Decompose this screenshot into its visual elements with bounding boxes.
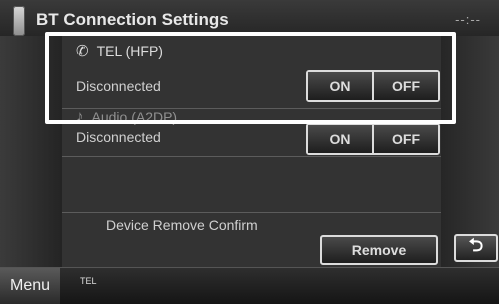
phone-device-icon bbox=[13, 6, 25, 36]
audio-toggle: ON OFF bbox=[306, 123, 440, 155]
title-bar: BT Connection Settings --:-- bbox=[0, 0, 499, 36]
settings-panel: ✆ TEL (HFP) Disconnected ON OFF ♪ Audio … bbox=[62, 36, 441, 267]
tel-on-button[interactable]: ON bbox=[308, 72, 372, 100]
audio-label: Audio (A2DP) bbox=[91, 108, 178, 125]
audio-off-button[interactable]: OFF bbox=[372, 125, 438, 153]
remove-label: Device Remove Confirm bbox=[106, 217, 258, 233]
tel-toggle: ON OFF bbox=[306, 70, 440, 102]
tel-header: ✆ TEL (HFP) bbox=[76, 42, 163, 60]
audio-status: Disconnected bbox=[76, 129, 161, 145]
back-button[interactable]: ⮌ bbox=[454, 234, 498, 262]
tel-section: ✆ TEL (HFP) Disconnected ON OFF bbox=[62, 36, 441, 109]
remove-button[interactable]: Remove bbox=[320, 235, 438, 265]
source-label: TEL bbox=[80, 276, 97, 286]
empty-section bbox=[62, 156, 441, 213]
audio-on-button[interactable]: ON bbox=[308, 125, 372, 153]
tel-off-button[interactable]: OFF bbox=[372, 72, 438, 100]
return-arrow-icon: ⮌ bbox=[468, 235, 484, 255]
audio-section: ♪ Audio (A2DP) Disconnected ON OFF bbox=[62, 108, 441, 157]
tel-status: Disconnected bbox=[76, 78, 161, 94]
phone-handset-icon: ✆ bbox=[76, 43, 89, 60]
audio-header: ♪ Audio (A2DP) bbox=[76, 108, 177, 125]
bottom-bar: Menu TEL bbox=[0, 267, 499, 304]
page-title: BT Connection Settings bbox=[36, 10, 229, 29]
left-rail bbox=[0, 36, 63, 267]
tel-label: TEL (HFP) bbox=[96, 43, 163, 59]
menu-button[interactable]: Menu bbox=[0, 268, 60, 304]
screen: BT Connection Settings --:-- ✆ TEL (HFP)… bbox=[0, 0, 499, 304]
music-note-icon: ♪ bbox=[76, 108, 84, 125]
clock: --:-- bbox=[455, 12, 481, 27]
